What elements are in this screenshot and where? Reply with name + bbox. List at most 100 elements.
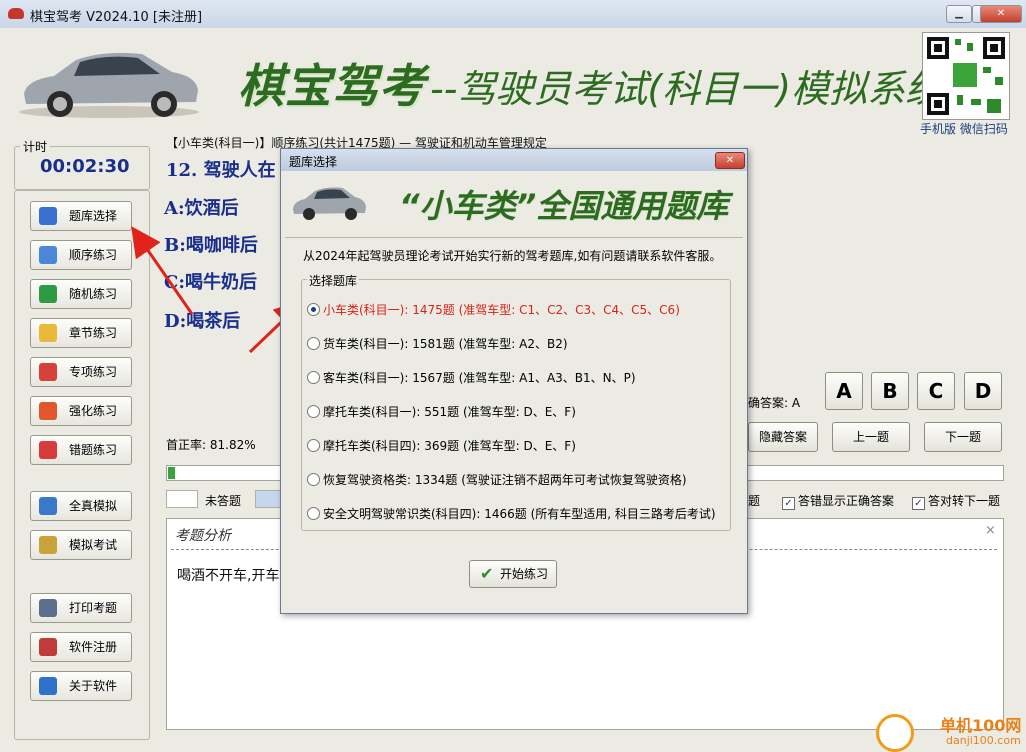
chart-icon <box>39 402 57 420</box>
nav-button-8[interactable]: 全真模拟 <box>30 491 132 521</box>
radio-button[interactable] <box>307 439 320 452</box>
car-app-icon <box>8 8 24 19</box>
auto-next-label: 答对转下一题 <box>928 494 1001 508</box>
show-correct-checkbox[interactable]: ✓ 答错显示正确答案 <box>782 492 894 510</box>
question-text: 12. 驾驶人在 <box>166 160 276 181</box>
flag-icon <box>39 441 57 459</box>
answer-c-button[interactable]: C <box>917 372 955 410</box>
grid-icon <box>39 497 57 515</box>
nav-button-label: 关于软件 <box>69 679 118 693</box>
blocks-icon <box>39 207 57 225</box>
answer-a-button[interactable]: A <box>825 372 863 410</box>
bank-option-3[interactable]: 客车类(科目一): 1567题 (准驾车型: A1、A3、B1、N、P) <box>307 369 636 386</box>
bank-option-5[interactable]: 摩托车类(科目四): 369题 (准驾车型: D、E、F) <box>307 437 576 454</box>
dialog-notice: 从2024年起驾驶员理论考试开始实行新的驾考题库,如有问题请联系软件客服。 <box>303 249 722 263</box>
checkbox-icon[interactable]: ✓ <box>912 497 925 510</box>
pencil-icon <box>39 246 57 264</box>
nav-button-label: 软件注册 <box>69 640 118 654</box>
bank-option-label: 恢复驾驶资格类: 1334题 (驾驶证注销不超两年可考试恢复驾驶资格) <box>323 473 687 487</box>
auto-next-checkbox[interactable]: ✓ 答对转下一题 <box>912 492 1000 510</box>
nav-button-5[interactable]: 专项练习 <box>30 357 132 387</box>
nav-button-12[interactable]: 关于软件 <box>30 671 132 701</box>
info-icon <box>39 677 57 695</box>
radio-button[interactable] <box>307 371 320 384</box>
next-question-button[interactable]: 下一题 <box>924 422 1002 452</box>
banner-subtitle: --驾驶员考试(科目一)模拟系统 <box>430 67 944 111</box>
nav-button-11[interactable]: 软件注册 <box>30 632 132 662</box>
bank-option-label: 摩托车类(科目四): 369题 (准驾车型: D、E、F) <box>323 439 576 453</box>
answer-b-button[interactable]: B <box>871 372 909 410</box>
radio-button[interactable] <box>307 507 320 520</box>
minimize-button[interactable]: ▁ <box>946 5 972 23</box>
nav-button-3[interactable]: 随机练习 <box>30 279 132 309</box>
refresh-icon <box>39 285 57 303</box>
bank-option-label: 客车类(科目一): 1567题 (准驾车型: A1、A3、B1、N、P) <box>323 371 636 385</box>
nav-button-label: 题库选择 <box>69 209 118 223</box>
dialog-close-button[interactable]: ✕ <box>715 152 745 169</box>
unanswered-swatch <box>166 490 198 508</box>
checkmark-icon: ✔ <box>480 564 494 583</box>
dialog-titlebar[interactable]: 题库选择 ✕ <box>281 149 747 171</box>
nav-button-2[interactable]: 顺序练习 <box>30 240 132 270</box>
accuracy-label: 首正率: 81.82% <box>166 438 256 452</box>
window-titlebar[interactable]: 棋宝驾考 V2024.10 [未注册] ▁ □ ✕ <box>0 0 1026 29</box>
watermark-url: danji100.com <box>946 734 1021 747</box>
bank-select-dialog: 题库选择 ✕ “小车类”全国通用题库 从2024年起驾驶员理论考试开始实行新的驾… <box>280 148 748 614</box>
radio-button[interactable] <box>307 405 320 418</box>
unanswered-label: 未答题 <box>205 494 242 508</box>
option-a[interactable]: A:饮酒后 <box>164 194 239 220</box>
app-banner: 棋宝驾考 --驾驶员考试(科目一)模拟系统 手机版 微信扫码 <box>0 28 1026 136</box>
analysis-close-icon[interactable]: × <box>985 523 996 538</box>
pen-icon <box>39 638 57 656</box>
nav-button-6[interactable]: 强化练习 <box>30 396 132 426</box>
car-image <box>19 52 199 118</box>
analysis-title: 考题分析 <box>175 528 231 544</box>
nav-button-4[interactable]: 章节练习 <box>30 318 132 348</box>
timer-value: 00:02:30 <box>40 156 130 177</box>
checkbox-icon[interactable]: ✓ <box>782 497 795 510</box>
qr-label: 手机版 微信扫码 <box>920 122 1008 136</box>
window-title: 棋宝驾考 V2024.10 [未注册] <box>30 10 203 25</box>
bank-option-2[interactable]: 货车类(科目一): 1581题 (准驾车型: A2、B2) <box>307 335 568 352</box>
car-image <box>293 187 366 220</box>
show-correct-label: 答错显示正确答案 <box>798 494 895 508</box>
dialog-banner-text: “小车类”全国通用题库 <box>399 187 729 225</box>
checklist-icon <box>39 363 57 381</box>
bank-option-4[interactable]: 摩托车类(科目一): 551题 (准驾车型: D、E、F) <box>307 403 576 420</box>
bank-option-label: 安全文明驾驶常识类(科目四): 1466题 (所有车型适用, 科目三路考后考试) <box>323 507 716 521</box>
bank-group-legend: 选择题库 <box>307 272 360 289</box>
radio-button[interactable] <box>307 473 320 486</box>
nav-button-10[interactable]: 打印考题 <box>30 593 132 623</box>
calendar-icon <box>39 536 57 554</box>
nav-button-label: 专项练习 <box>69 365 118 379</box>
nav-button-1[interactable]: 题库选择 <box>30 201 132 231</box>
printer-icon <box>39 599 57 617</box>
nav-button-9[interactable]: 模拟考试 <box>30 530 132 560</box>
bank-option-1[interactable]: 小车类(科目一): 1475题 (准驾车型: C1、C2、C3、C4、C5、C6… <box>307 301 680 318</box>
radio-button[interactable] <box>307 303 320 316</box>
bank-option-label: 摩托车类(科目一): 551题 (准驾车型: D、E、F) <box>323 405 576 419</box>
nav-button-label: 错题练习 <box>69 443 118 457</box>
answer-d-button[interactable]: D <box>964 372 1002 410</box>
option-check-1[interactable]: 题 <box>748 492 760 509</box>
timer-legend: 计时 <box>20 138 51 155</box>
nav-button-label: 章节练习 <box>69 326 118 340</box>
close-button[interactable]: ✕ <box>980 5 1022 23</box>
hide-answer-button[interactable]: 隐藏答案 <box>748 422 818 452</box>
watermark-logo-icon <box>876 714 914 752</box>
dialog-banner: “小车类”全国通用题库 <box>285 175 743 231</box>
divider <box>285 237 743 238</box>
prev-question-button[interactable]: 上一题 <box>832 422 910 452</box>
bank-option-6[interactable]: 恢复驾驶资格类: 1334题 (驾驶证注销不超两年可考试恢复驾驶资格) <box>307 471 687 488</box>
banner-title: 棋宝驾考 <box>238 59 426 113</box>
nav-button-label: 打印考题 <box>69 601 118 615</box>
nav-button-label: 强化练习 <box>69 404 118 418</box>
dialog-title: 题库选择 <box>289 155 338 169</box>
bank-option-7[interactable]: 安全文明驾驶常识类(科目四): 1466题 (所有车型适用, 科目三路考后考试) <box>307 505 716 522</box>
nav-button-label: 顺序练习 <box>69 248 118 262</box>
nav-button-7[interactable]: 错题练习 <box>30 435 132 465</box>
radio-button[interactable] <box>307 337 320 350</box>
option-check-1-label: 题 <box>748 494 761 508</box>
start-practice-button[interactable]: ✔ 开始练习 <box>469 560 557 588</box>
nav-button-label: 全真模拟 <box>69 499 118 513</box>
